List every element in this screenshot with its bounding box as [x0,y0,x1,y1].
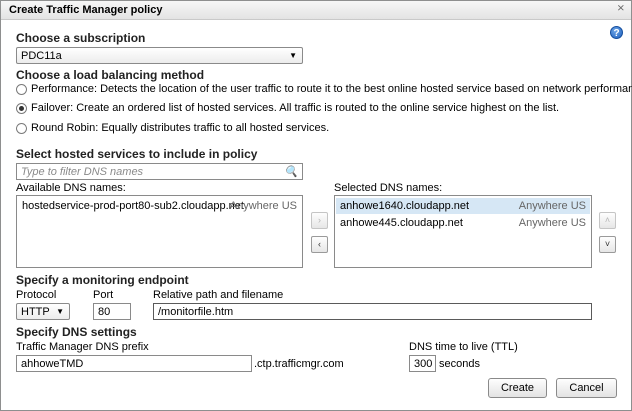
radio-performance-label: Performance: Detects the location of the… [31,83,632,95]
port-label: Port [93,289,114,301]
port-input[interactable]: 80 [93,303,131,320]
dns-filter-placeholder: Type to filter DNS names [21,166,144,178]
cancel-button[interactable]: Cancel [556,378,617,398]
dialog-title: Create Traffic Manager policy [9,4,163,16]
subscription-heading: Choose a subscription [16,31,146,45]
dns-region: Anywhere US [518,200,586,212]
list-item[interactable]: hostedservice-prod-port80-sub2.cloudapp.… [18,198,301,214]
radio-round-robin[interactable] [16,123,27,134]
chevron-down-icon: ▼ [56,307,64,316]
dns-prefix-input[interactable]: ahhoweTMD [16,355,252,372]
radio-failover[interactable] [16,103,27,114]
dns-name: anhowe1640.cloudapp.net [340,200,470,212]
dns-name: hostedservice-prod-port80-sub2.cloudapp.… [22,200,244,212]
protocol-value: HTTP [21,306,50,318]
list-item[interactable]: anhowe445.cloudapp.net Anywhere US [336,215,590,231]
dns-heading: Specify DNS settings [16,325,137,339]
available-dns-list[interactable]: hostedservice-prod-port80-sub2.cloudapp.… [16,195,303,268]
chevron-down-icon: ▼ [289,51,297,60]
move-down-button[interactable]: ˅ [599,236,616,253]
dns-name: anhowe445.cloudapp.net [340,217,463,229]
protocol-select[interactable]: HTTP ▼ [16,303,70,320]
radio-round-robin-label: Round Robin: Equally distributes traffic… [31,122,330,134]
radio-performance[interactable] [16,84,27,95]
method-heading: Choose a load balancing method [16,68,205,82]
subscription-value: PDC11a [21,50,62,62]
radio-failover-label: Failover: Create an ordered list of host… [31,102,560,114]
list-item[interactable]: anhowe1640.cloudapp.net Anywhere US [336,198,590,214]
close-icon[interactable]: ⨯ [617,3,625,14]
available-dns-label: Available DNS names: [16,182,126,194]
dns-region: Anywhere US [518,217,586,229]
search-icon: 🔍 [284,166,298,178]
hosted-heading: Select hosted services to include in pol… [16,147,258,161]
help-icon[interactable]: ? [610,26,623,39]
dns-region: Anywhere US [229,200,297,212]
create-traffic-manager-dialog: Create Traffic Manager policy ⨯ ? Choose… [0,0,632,411]
create-button[interactable]: Create [488,378,547,398]
title-bar: Create Traffic Manager policy ⨯ [1,1,631,20]
move-up-button[interactable]: ˄ [599,212,616,229]
path-label: Relative path and filename [153,289,284,301]
move-right-button[interactable]: › [311,212,328,229]
monitoring-heading: Specify a monitoring endpoint [16,273,189,287]
dns-prefix-label: Traffic Manager DNS prefix [16,341,149,353]
ttl-label: DNS time to live (TTL) [409,341,518,353]
dns-filter-input[interactable]: Type to filter DNS names 🔍 [16,163,303,180]
path-input[interactable]: /monitorfile.htm [153,303,592,320]
protocol-label: Protocol [16,289,57,301]
selected-dns-label: Selected DNS names: [334,182,443,194]
selected-dns-list[interactable]: anhowe1640.cloudapp.net Anywhere US anho… [334,195,592,268]
ttl-unit: seconds [439,358,480,370]
dns-suffix: .ctp.trafficmgr.com [254,358,344,370]
move-left-button[interactable]: ‹ [311,236,328,253]
subscription-select[interactable]: PDC11a ▼ [16,47,303,64]
ttl-input[interactable]: 300 [409,355,436,372]
